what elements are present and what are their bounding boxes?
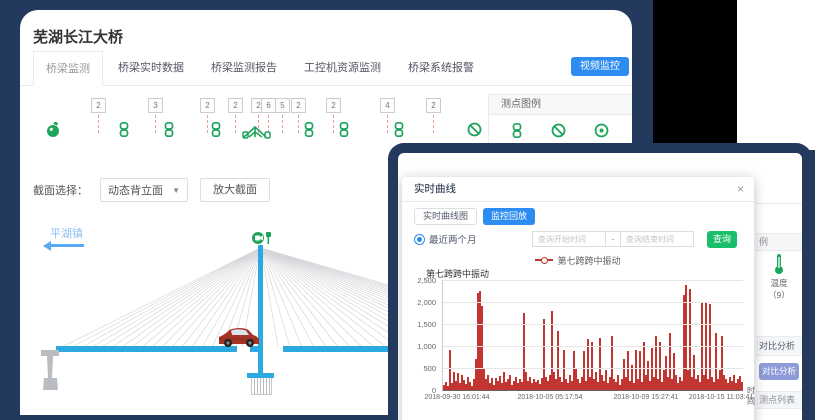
sensor-count-badge: 2 [291, 98, 306, 113]
radio-dot-icon [414, 234, 425, 245]
end-time-input[interactable] [620, 231, 694, 247]
target-circle-icon[interactable] [594, 123, 609, 143]
car-image [216, 325, 262, 353]
x-axis-title: 时间 [747, 385, 755, 407]
chain-link-icon[interactable] [303, 122, 315, 142]
dashed-line [98, 115, 99, 133]
compare-section-title: 对比分析 [756, 336, 802, 356]
stopwatch-icon[interactable] [46, 122, 61, 143]
compare-button[interactable]: 对比分析 [759, 363, 799, 380]
sensor-count-badge: 2 [200, 98, 215, 113]
no-entry-icon[interactable] [551, 123, 566, 143]
dashed-line [298, 115, 299, 133]
section-select-dropdown[interactable]: 动态背立面 ▼ [100, 178, 188, 202]
tab-realtime-curve[interactable]: 实时曲线图 [414, 208, 477, 225]
sensor-count-badge: 4 [380, 98, 395, 113]
sensor-count-badge: 2 [228, 98, 243, 113]
chart-legend[interactable]: 第七跨跨中振动 [402, 254, 754, 266]
temperature-label: 温度 [756, 277, 802, 289]
chain-link-icon[interactable] [393, 122, 405, 142]
tab-bar: 桥梁监测 桥梁实时数据 桥梁监测报告 工控机资源监测 桥梁系统报警 [20, 54, 632, 86]
bridge-tower [258, 245, 263, 375]
thermometer-icon[interactable] [773, 267, 785, 277]
realtime-curve-modal-window: 例 温度 （9） 对比分析 对比分析 测点列表 实时曲线 × 实时曲线图 监 [388, 143, 812, 420]
sensor-count-badge: 5 [275, 98, 290, 113]
chart-plot [442, 280, 743, 391]
dashed-line [387, 115, 388, 133]
dashed-line [333, 115, 334, 133]
bridge-deck [56, 346, 237, 352]
chain-link-icon[interactable] [210, 122, 222, 142]
page-title: 芜湖长江大桥 [33, 26, 123, 47]
sensor-count-badge: 6 [261, 98, 276, 113]
sensor-count-badge: 2 [91, 98, 106, 113]
no-entry-icon[interactable] [467, 122, 482, 142]
chain-link-icon[interactable] [338, 122, 350, 142]
radio-label: 最近两个月 [429, 232, 477, 246]
camera-icon[interactable] [251, 231, 273, 250]
chain-link-icon[interactable] [511, 123, 523, 143]
close-icon[interactable]: × [737, 177, 744, 201]
tab-monitor-playback[interactable]: 监控回放 [483, 208, 535, 225]
tab-bridge-realtime-data[interactable]: 桥梁实时数据 [118, 59, 184, 85]
tab-bridge-monitoring[interactable]: 桥梁监测 [33, 51, 103, 86]
list-section-title: 测点列表 [756, 391, 802, 409]
black-overlay-rect [653, 0, 737, 143]
legend-marker-icon [535, 259, 553, 261]
chart-bars [443, 280, 743, 390]
query-button[interactable]: 查询 [707, 231, 737, 248]
range-separator: - [606, 231, 620, 247]
dashed-line [433, 115, 434, 133]
legend-label: 第七跨跨中振动 [557, 254, 620, 267]
section-select-value: 动态背立面 [108, 182, 163, 198]
screen: 芜湖长江大桥 桥梁监测 桥梁实时数据 桥梁监测报告 工控机资源监测 桥梁系统报警… [0, 0, 815, 420]
video-monitor-button[interactable]: 视频监控 [571, 57, 629, 76]
background-window-edge [737, 0, 815, 150]
tab-bridge-monitoring-report[interactable]: 桥梁监测报告 [211, 59, 277, 85]
truss-icon[interactable] [242, 124, 272, 144]
section-select-label: 截面选择： [33, 182, 88, 198]
radio-last-two-months[interactable]: 最近两个月 [414, 232, 477, 246]
dialog-title: 实时曲线 [414, 183, 456, 195]
tab-ipc-resource-monitoring[interactable]: 工控机资源监测 [304, 59, 381, 85]
sensor-strip: 2 3 2 2 2 6 5 2 2 [20, 92, 500, 148]
dashed-line [155, 115, 156, 133]
zoom-section-button[interactable]: 放大截面 [200, 178, 270, 202]
legend-panel-title: 测点图例 [489, 95, 632, 115]
bridge-piles [251, 378, 272, 395]
dashed-line [207, 115, 208, 133]
dashed-line [282, 115, 283, 133]
dashed-line [235, 115, 236, 133]
section-selector-row: 截面选择： 动态背立面 ▼ 放大截面 [33, 178, 270, 202]
sensor-count-badge: 3 [148, 98, 163, 113]
modal-right-sidebar: 例 温度 （9） 对比分析 对比分析 测点列表 [756, 153, 802, 420]
sensor-count-badge: 2 [326, 98, 341, 113]
sensor-count-badge: 2 [426, 98, 441, 113]
chevron-down-icon: ▼ [172, 186, 180, 195]
chain-link-icon[interactable] [118, 122, 130, 142]
temperature-count: （9） [756, 289, 802, 301]
start-time-input[interactable] [532, 231, 606, 247]
sidebar-fragment-legend: 例 [756, 233, 802, 251]
vibration-chart: 第七跨跨中振动 2,5002,0001,5001,0005000 2018-09… [402, 266, 754, 420]
bridge-abutment [40, 348, 60, 397]
tab-bridge-system-alarm[interactable]: 桥梁系统报警 [408, 59, 474, 85]
realtime-curve-dialog: 实时曲线 × 实时曲线图 监控回放 最近两个月 - [402, 177, 754, 420]
chain-link-icon[interactable] [163, 122, 175, 142]
